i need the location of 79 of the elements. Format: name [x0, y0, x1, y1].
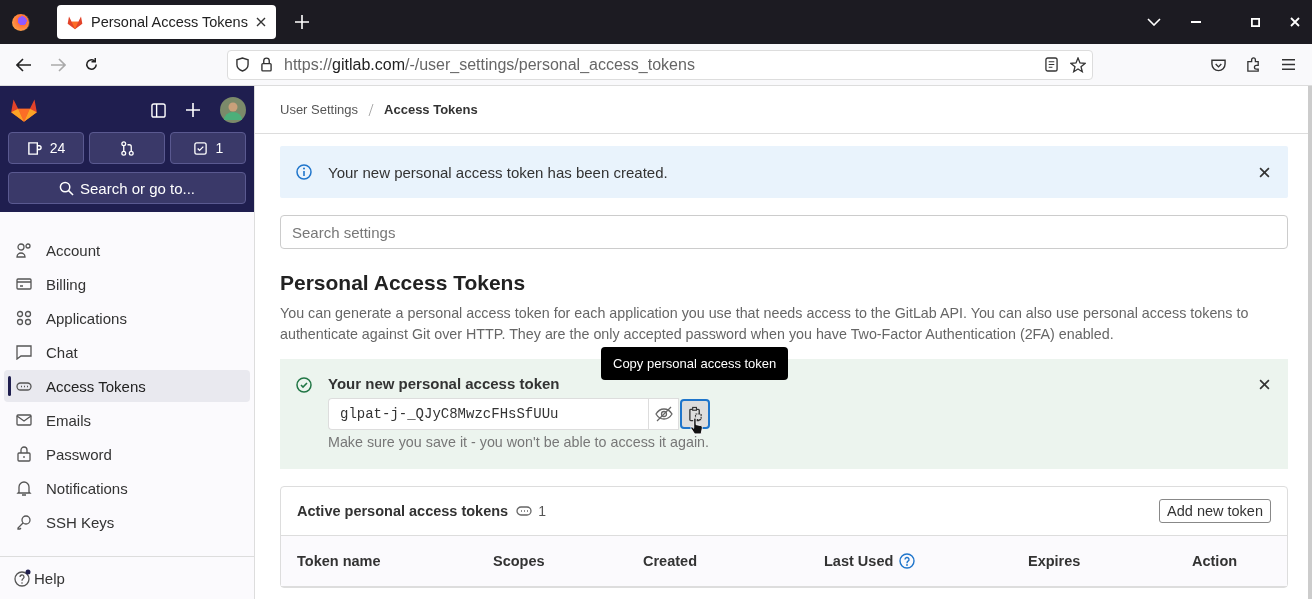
credit-card-icon	[16, 276, 32, 292]
user-settings-icon	[16, 242, 32, 258]
avatar[interactable]	[220, 97, 246, 123]
token-count: 1	[538, 503, 546, 519]
address-bar[interactable]: https://gitlab.com/-/user_settings/personal_access_tokens	[227, 49, 1093, 80]
token-field[interactable]: glpat-j-_QJyC8MwzcFHsSfUUu	[328, 398, 648, 430]
column-header: Expires	[1028, 553, 1081, 569]
sidebar-item[interactable]: SSH Keys	[4, 506, 250, 538]
column-header: Action	[1192, 553, 1238, 569]
breadcrumb-current[interactable]: Access Tokens	[384, 102, 478, 117]
maximize-icon[interactable]	[1251, 17, 1260, 27]
puzzle-icon[interactable]	[1246, 57, 1261, 72]
search-button[interactable]: Search or go to...	[8, 172, 246, 204]
todo-check-icon	[192, 140, 208, 156]
tooltip: Copy personal access token	[601, 347, 789, 380]
column-header: Last Used	[824, 553, 894, 569]
issues-icon	[26, 140, 42, 156]
check-circle-icon	[296, 377, 312, 393]
chat-bubble-icon	[16, 344, 32, 360]
star-icon[interactable]	[1070, 56, 1086, 73]
browser-tab[interactable]: Personal Access Tokens	[57, 5, 276, 39]
merge-request-icon	[119, 140, 135, 156]
token-icon	[516, 506, 533, 516]
card-title: Active personal access tokens	[297, 503, 509, 519]
page-heading: Personal Access Tokens	[280, 271, 527, 295]
sidebar-item[interactable]: Billing	[4, 268, 250, 300]
menu-icon[interactable]	[1281, 58, 1296, 71]
sidebar-item[interactable]: Chat	[4, 336, 250, 368]
envelope-icon	[16, 412, 32, 428]
column-header: Scopes	[493, 553, 545, 569]
clipboard-icon	[687, 406, 703, 422]
todos-button[interactable]: 1	[170, 132, 246, 164]
bell-icon	[16, 480, 32, 496]
column-header: Token name	[297, 553, 381, 569]
separator-icon	[368, 103, 375, 116]
back-icon[interactable]	[16, 57, 32, 72]
close-icon[interactable]	[255, 17, 266, 27]
pocket-icon[interactable]	[1211, 57, 1226, 72]
description-text: You can generate a personal access token for each application you use that needs access to the GitLab API. You can also use personal access tokens to authenticate against Git over HTTP. They are the only accepted password when you have Two-Factor Authentication (2FA) enabled.	[280, 304, 1250, 344]
key-icon	[16, 514, 32, 530]
help-icon[interactable]	[899, 553, 916, 569]
plus-icon[interactable]	[186, 103, 200, 117]
sidebar-item[interactable]: Emails	[4, 404, 250, 436]
token-hint: Make sure you save it - you won't be able to access it again.	[328, 434, 710, 450]
lock-icon	[16, 446, 32, 462]
merge-requests-button[interactable]	[89, 132, 165, 164]
sidebar-item[interactable]: Notifications	[4, 472, 250, 504]
apps-grid-icon	[16, 310, 32, 326]
sidebar-item[interactable]: Account	[4, 234, 250, 266]
chevron-down-icon[interactable]	[1147, 18, 1161, 26]
issues-button[interactable]: 24	[8, 132, 84, 164]
help-button[interactable]: Help	[0, 556, 254, 599]
add-token-button[interactable]: Add new token	[1159, 499, 1271, 523]
sidebar-toggle-icon[interactable]	[151, 102, 166, 118]
eye-slash-icon	[654, 406, 673, 422]
search-field[interactable]: Search settings	[280, 215, 1288, 249]
reload-icon[interactable]	[84, 57, 99, 72]
close-icon[interactable]	[1259, 379, 1270, 390]
close-icon[interactable]	[1259, 166, 1270, 178]
search-icon	[58, 180, 74, 196]
info-icon	[296, 164, 312, 180]
breadcrumb-link[interactable]: User Settings	[280, 102, 359, 117]
alert-message: Your new personal access token has been created.	[328, 163, 668, 181]
help-icon	[14, 569, 32, 587]
pointer-cursor-icon	[690, 418, 703, 435]
sidebar-item[interactable]: Access Tokens	[4, 370, 250, 402]
browser-logo-icon[interactable]	[12, 13, 30, 31]
fox-logo-icon	[67, 14, 83, 30]
sidebar-item[interactable]: Applications	[4, 302, 250, 334]
hide-token-button[interactable]	[648, 398, 679, 430]
reader-view-icon[interactable]	[1045, 57, 1058, 72]
fox-logo-icon[interactable]	[10, 97, 38, 123]
sidebar-item[interactable]: Password	[4, 438, 250, 470]
column-header: Created	[643, 553, 697, 569]
new-tab-icon[interactable]	[294, 15, 309, 29]
shield-icon	[236, 57, 249, 72]
token-title: Your new personal access token	[328, 375, 561, 392]
copy-button[interactable]	[680, 399, 710, 429]
lock-icon	[261, 57, 272, 72]
